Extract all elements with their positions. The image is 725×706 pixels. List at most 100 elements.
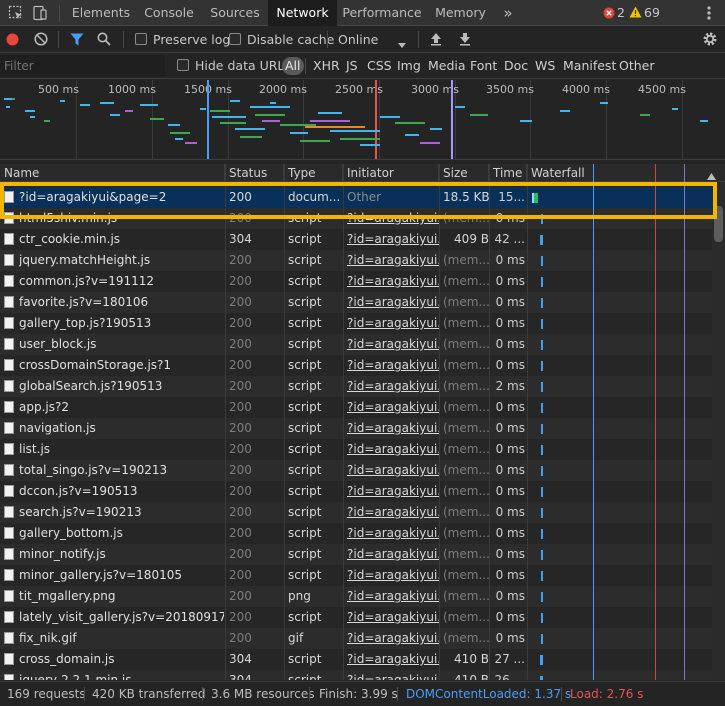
request-row[interactable]: crossDomainStorage.js?1 200 script ?id=arag… — [0, 355, 712, 376]
more-options-icon[interactable] — [706, 5, 712, 21]
waterfall-bar[interactable] — [541, 340, 543, 350]
request-row[interactable]: gallery_top.js?190513 200 script ?id=aragak… — [0, 313, 712, 334]
waterfall-bar[interactable] — [541, 508, 543, 518]
waterfall-bar[interactable] — [540, 655, 543, 665]
request-name[interactable]: minor_notify.js — [19, 544, 224, 565]
request-initiator[interactable]: ?id=aragakiyui... — [347, 271, 439, 292]
request-initiator[interactable]: ?id=aragakiyui... — [347, 460, 439, 481]
request-initiator[interactable]: ?id=aragakiyui... — [347, 502, 439, 523]
request-row[interactable]: jquery.matchHeight.js 200 script ?id=aragak… — [0, 250, 712, 271]
warning-icon[interactable] — [629, 6, 642, 18]
request-initiator[interactable]: ?id=aragakiyui... — [347, 649, 439, 670]
import-har-icon[interactable] — [430, 32, 442, 46]
request-initiator[interactable]: ?id=aragakiyui... — [347, 397, 439, 418]
tab-console[interactable]: Console — [136, 0, 202, 26]
request-initiator[interactable]: ?id=aragakiyui... — [347, 544, 439, 565]
vertical-scrollbar[interactable] — [712, 182, 725, 680]
request-name[interactable]: jquery-2.2.1.min.js — [19, 670, 224, 680]
request-name[interactable]: gallery_top.js?190513 — [19, 313, 224, 334]
request-name[interactable]: globalSearch.js?190513 — [19, 376, 224, 397]
clear-icon[interactable] — [34, 32, 48, 46]
request-name[interactable]: common.js?v=191112 — [19, 271, 224, 292]
waterfall-bar[interactable] — [541, 319, 543, 329]
waterfall-bar[interactable] — [541, 424, 543, 434]
network-overview-timeline[interactable]: 500 ms 1000 ms 1500 ms 2000 ms 2500 ms 3… — [0, 80, 725, 160]
column-status-header[interactable]: Status — [225, 164, 284, 182]
hide-data-urls-label[interactable]: Hide data URLs — [195, 53, 291, 79]
request-row[interactable]: app.js?2 200 script ?id=aragakiyui... (mem..… — [0, 397, 712, 418]
request-row[interactable]: minor_notify.js 200 script ?id=aragakiyui..… — [0, 544, 712, 565]
request-row[interactable]: minor_gallery.js?v=180105 200 script ?id=ar… — [0, 565, 712, 586]
request-row[interactable]: favorite.js?v=180106 200 script ?id=aragaki… — [0, 292, 712, 313]
request-row[interactable]: user_block.js 200 script ?id=aragakiyui... (… — [0, 334, 712, 355]
preserve-log-checkbox[interactable] — [135, 33, 147, 45]
request-name[interactable]: dccon.js?v=190513 — [19, 481, 224, 502]
hide-data-urls-checkbox[interactable] — [177, 59, 189, 71]
request-row[interactable]: cross_domain.js 304 script ?id=aragakiyui..… — [0, 649, 712, 670]
request-row[interactable]: common.js?v=191112 200 script ?id=aragakiyu… — [0, 271, 712, 292]
waterfall-bar[interactable] — [541, 256, 543, 266]
request-initiator[interactable]: ?id=aragakiyui... — [347, 313, 439, 334]
request-row[interactable]: dccon.js?v=190513 200 script ?id=aragakiyui… — [0, 481, 712, 502]
request-name[interactable]: user_block.js — [19, 334, 224, 355]
waterfall-bar[interactable] — [541, 361, 543, 371]
request-initiator[interactable]: ?id=aragakiyui... — [347, 229, 439, 250]
request-row[interactable]: total_singo.js?v=190213 200 script ?id=arag… — [0, 460, 712, 481]
filter-input[interactable] — [0, 55, 165, 77]
request-initiator[interactable]: ?id=aragakiyui... — [347, 586, 439, 607]
request-name[interactable]: total_singo.js?v=190213 — [19, 460, 224, 481]
throttling-select[interactable]: Online — [338, 26, 378, 53]
request-initiator[interactable]: ?id=aragakiyui... — [347, 565, 439, 586]
request-initiator[interactable]: ?id=aragakiyui... — [347, 439, 439, 460]
more-tabs-button[interactable]: » — [496, 0, 520, 26]
request-row[interactable]: navigation.js 200 script ?id=aragakiyui... (… — [0, 418, 712, 439]
device-toolbar-icon[interactable] — [32, 5, 48, 21]
filter-type-xhr[interactable]: XHR — [313, 53, 340, 79]
column-type-header[interactable]: Type — [284, 164, 343, 182]
error-icon[interactable] — [603, 7, 615, 19]
sort-ascending-icon[interactable] — [707, 169, 716, 180]
request-initiator[interactable]: ?id=aragakiyui... — [347, 376, 439, 397]
request-row[interactable]: tit_mgallery.png 200 png ?id=aragakiyui... (… — [0, 586, 712, 607]
tab-sources[interactable]: Sources — [202, 0, 268, 26]
column-initiator-header[interactable]: Initiator — [343, 164, 439, 182]
request-row[interactable]: ctr_cookie.min.js 304 script ?id=aragakiyui… — [0, 229, 712, 250]
filter-type-css[interactable]: CSS — [367, 53, 392, 79]
settings-gear-icon[interactable] — [702, 31, 718, 47]
column-time-header[interactable]: Time — [489, 164, 527, 182]
request-name[interactable]: fix_nik.gif — [19, 628, 224, 649]
request-name[interactable]: cross_domain.js — [19, 649, 224, 670]
request-initiator[interactable]: ?id=aragakiyui... — [347, 670, 439, 680]
tab-memory[interactable]: Memory — [427, 0, 494, 26]
request-initiator[interactable]: ?id=aragakiyui... — [347, 481, 439, 502]
waterfall-bar[interactable] — [540, 235, 543, 245]
request-row[interactable]: search.js?v=190213 200 script ?id=aragakiyu… — [0, 502, 712, 523]
filter-type-font[interactable]: Font — [470, 53, 497, 79]
tab-network[interactable]: Network — [268, 0, 337, 26]
request-initiator[interactable]: ?id=aragakiyui... — [347, 250, 439, 271]
waterfall-bar[interactable] — [541, 466, 543, 476]
filter-type-ws[interactable]: WS — [535, 53, 555, 79]
request-name[interactable]: list.js — [19, 439, 224, 460]
request-name[interactable]: favorite.js?v=180106 — [19, 292, 224, 313]
request-name[interactable]: navigation.js — [19, 418, 224, 439]
tab-performance[interactable]: Performance — [337, 0, 427, 26]
request-name[interactable]: jquery.matchHeight.js — [19, 250, 224, 271]
column-size-header[interactable]: Size — [439, 164, 489, 182]
waterfall-bar[interactable] — [540, 676, 543, 680]
request-name[interactable]: gallery_bottom.js — [19, 523, 224, 544]
waterfall-bar[interactable] — [541, 634, 543, 644]
waterfall-bar[interactable] — [541, 613, 543, 623]
waterfall-bar[interactable] — [541, 571, 543, 581]
request-row[interactable]: jquery-2.2.1.min.js 304 script ?id=aragakiy… — [0, 670, 712, 680]
filter-type-media[interactable]: Media — [428, 53, 466, 79]
request-initiator[interactable]: ?id=aragakiyui... — [347, 607, 439, 628]
tab-elements[interactable]: Elements — [66, 0, 136, 26]
request-name[interactable]: lately_visit_gallery.js?v=20180917 — [19, 607, 224, 628]
waterfall-bar[interactable] — [541, 277, 543, 287]
waterfall-bar[interactable] — [541, 592, 543, 602]
filter-type-other[interactable]: Other — [619, 53, 655, 79]
waterfall-bar[interactable] — [541, 550, 543, 560]
record-icon[interactable] — [6, 33, 19, 46]
waterfall-bar[interactable] — [541, 529, 543, 539]
